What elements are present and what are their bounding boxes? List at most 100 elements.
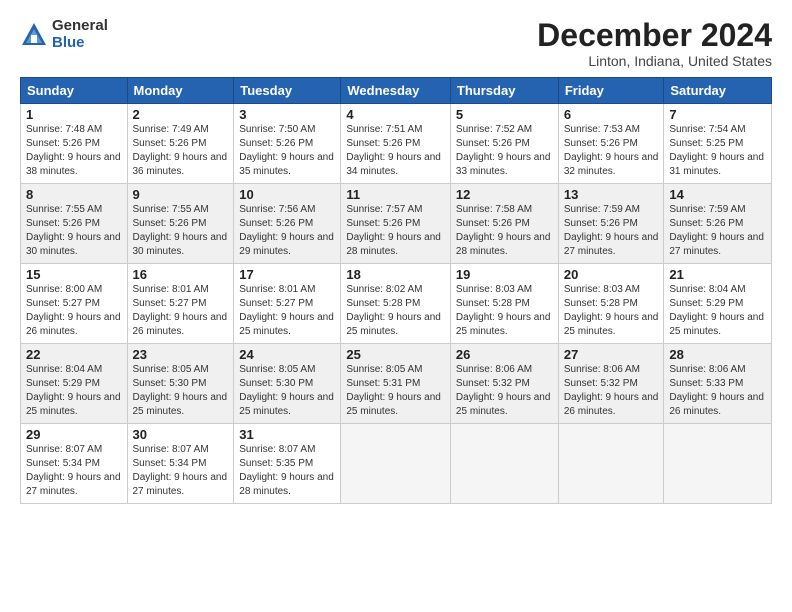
calendar-cell: 29 Sunrise: 8:07 AM Sunset: 5:34 PM Dayl… (21, 424, 128, 504)
calendar-table: SundayMondayTuesdayWednesdayThursdayFrid… (20, 77, 772, 504)
logo: General Blue (20, 18, 108, 51)
day-info: Sunrise: 8:00 AM Sunset: 5:27 PM Dayligh… (26, 283, 122, 339)
calendar-week-row: 22 Sunrise: 8:04 AM Sunset: 5:29 PM Dayl… (21, 344, 772, 424)
daylight-label: Daylight: 9 hours and 25 minutes. (456, 312, 551, 337)
daylight-label: Daylight: 9 hours and 33 minutes. (456, 152, 551, 177)
sunrise-label: Sunrise: 7:56 AM (239, 204, 315, 215)
sunset-label: Sunset: 5:26 PM (564, 218, 638, 229)
daylight-label: Daylight: 9 hours and 36 minutes. (133, 152, 228, 177)
header-wednesday: Wednesday (341, 78, 451, 104)
sunrise-label: Sunrise: 8:03 AM (564, 284, 640, 295)
calendar-cell (558, 424, 664, 504)
day-number: 9 (133, 187, 229, 202)
sunset-label: Sunset: 5:31 PM (346, 378, 420, 389)
sunrise-label: Sunrise: 7:55 AM (133, 204, 209, 215)
sunset-label: Sunset: 5:27 PM (26, 298, 100, 309)
sunset-label: Sunset: 5:26 PM (456, 218, 530, 229)
sunrise-label: Sunrise: 7:57 AM (346, 204, 422, 215)
header-monday: Monday (127, 78, 234, 104)
sunrise-label: Sunrise: 8:06 AM (456, 364, 532, 375)
day-info: Sunrise: 8:06 AM Sunset: 5:32 PM Dayligh… (564, 363, 659, 419)
day-info: Sunrise: 8:05 AM Sunset: 5:31 PM Dayligh… (346, 363, 445, 419)
daylight-label: Daylight: 9 hours and 34 minutes. (346, 152, 441, 177)
day-number: 31 (239, 427, 335, 442)
sunrise-label: Sunrise: 8:06 AM (669, 364, 745, 375)
sunset-label: Sunset: 5:26 PM (239, 218, 313, 229)
day-number: 6 (564, 107, 659, 122)
sunset-label: Sunset: 5:26 PM (26, 138, 100, 149)
day-number: 11 (346, 187, 445, 202)
calendar-cell: 7 Sunrise: 7:54 AM Sunset: 5:25 PM Dayli… (664, 104, 772, 184)
sunset-label: Sunset: 5:26 PM (564, 138, 638, 149)
sunset-label: Sunset: 5:33 PM (669, 378, 743, 389)
daylight-label: Daylight: 9 hours and 30 minutes. (26, 232, 121, 257)
day-number: 8 (26, 187, 122, 202)
daylight-label: Daylight: 9 hours and 32 minutes. (564, 152, 659, 177)
calendar-cell: 13 Sunrise: 7:59 AM Sunset: 5:26 PM Dayl… (558, 184, 664, 264)
sunset-label: Sunset: 5:28 PM (456, 298, 530, 309)
daylight-label: Daylight: 9 hours and 35 minutes. (239, 152, 334, 177)
day-info: Sunrise: 7:51 AM Sunset: 5:26 PM Dayligh… (346, 123, 445, 179)
calendar-week-row: 8 Sunrise: 7:55 AM Sunset: 5:26 PM Dayli… (21, 184, 772, 264)
sunrise-label: Sunrise: 8:01 AM (133, 284, 209, 295)
sunset-label: Sunset: 5:30 PM (239, 378, 313, 389)
month-title: December 2024 (537, 18, 772, 53)
calendar-cell: 21 Sunrise: 8:04 AM Sunset: 5:29 PM Dayl… (664, 264, 772, 344)
calendar-cell: 26 Sunrise: 8:06 AM Sunset: 5:32 PM Dayl… (450, 344, 558, 424)
day-number: 10 (239, 187, 335, 202)
logo-icon (20, 21, 48, 49)
day-number: 7 (669, 107, 766, 122)
daylight-label: Daylight: 9 hours and 28 minutes. (346, 232, 441, 257)
sunset-label: Sunset: 5:26 PM (669, 218, 743, 229)
calendar-cell: 1 Sunrise: 7:48 AM Sunset: 5:26 PM Dayli… (21, 104, 128, 184)
sunrise-label: Sunrise: 8:05 AM (133, 364, 209, 375)
sunrise-label: Sunrise: 7:51 AM (346, 124, 422, 135)
sunrise-label: Sunrise: 7:59 AM (564, 204, 640, 215)
calendar-cell: 17 Sunrise: 8:01 AM Sunset: 5:27 PM Dayl… (234, 264, 341, 344)
day-number: 4 (346, 107, 445, 122)
calendar-cell: 3 Sunrise: 7:50 AM Sunset: 5:26 PM Dayli… (234, 104, 341, 184)
header-friday: Friday (558, 78, 664, 104)
calendar-cell: 14 Sunrise: 7:59 AM Sunset: 5:26 PM Dayl… (664, 184, 772, 264)
calendar-cell: 2 Sunrise: 7:49 AM Sunset: 5:26 PM Dayli… (127, 104, 234, 184)
calendar-cell: 9 Sunrise: 7:55 AM Sunset: 5:26 PM Dayli… (127, 184, 234, 264)
day-number: 24 (239, 347, 335, 362)
day-info: Sunrise: 7:57 AM Sunset: 5:26 PM Dayligh… (346, 203, 445, 259)
daylight-label: Daylight: 9 hours and 27 minutes. (669, 232, 764, 257)
day-info: Sunrise: 8:04 AM Sunset: 5:29 PM Dayligh… (26, 363, 122, 419)
daylight-label: Daylight: 9 hours and 25 minutes. (564, 312, 659, 337)
sunrise-label: Sunrise: 8:00 AM (26, 284, 102, 295)
daylight-label: Daylight: 9 hours and 27 minutes. (564, 232, 659, 257)
calendar-cell: 5 Sunrise: 7:52 AM Sunset: 5:26 PM Dayli… (450, 104, 558, 184)
day-info: Sunrise: 7:52 AM Sunset: 5:26 PM Dayligh… (456, 123, 553, 179)
day-info: Sunrise: 8:02 AM Sunset: 5:28 PM Dayligh… (346, 283, 445, 339)
day-info: Sunrise: 8:05 AM Sunset: 5:30 PM Dayligh… (239, 363, 335, 419)
calendar-cell: 15 Sunrise: 8:00 AM Sunset: 5:27 PM Dayl… (21, 264, 128, 344)
sunrise-label: Sunrise: 8:07 AM (26, 444, 102, 455)
sunset-label: Sunset: 5:26 PM (26, 218, 100, 229)
day-info: Sunrise: 7:59 AM Sunset: 5:26 PM Dayligh… (669, 203, 766, 259)
day-number: 20 (564, 267, 659, 282)
daylight-label: Daylight: 9 hours and 28 minutes. (456, 232, 551, 257)
calendar-cell: 8 Sunrise: 7:55 AM Sunset: 5:26 PM Dayli… (21, 184, 128, 264)
sunrise-label: Sunrise: 7:49 AM (133, 124, 209, 135)
day-info: Sunrise: 8:07 AM Sunset: 5:34 PM Dayligh… (26, 443, 122, 499)
sunrise-label: Sunrise: 7:48 AM (26, 124, 102, 135)
daylight-label: Daylight: 9 hours and 25 minutes. (669, 312, 764, 337)
sunset-label: Sunset: 5:26 PM (133, 138, 207, 149)
sunrise-label: Sunrise: 8:03 AM (456, 284, 532, 295)
day-number: 17 (239, 267, 335, 282)
location: Linton, Indiana, United States (537, 53, 772, 69)
sunset-label: Sunset: 5:32 PM (456, 378, 530, 389)
sunset-label: Sunset: 5:28 PM (346, 298, 420, 309)
sunrise-label: Sunrise: 8:01 AM (239, 284, 315, 295)
daylight-label: Daylight: 9 hours and 25 minutes. (346, 312, 441, 337)
day-info: Sunrise: 7:58 AM Sunset: 5:26 PM Dayligh… (456, 203, 553, 259)
day-number: 22 (26, 347, 122, 362)
daylight-label: Daylight: 9 hours and 25 minutes. (26, 392, 121, 417)
sunset-label: Sunset: 5:32 PM (564, 378, 638, 389)
sunset-label: Sunset: 5:29 PM (669, 298, 743, 309)
day-info: Sunrise: 8:06 AM Sunset: 5:32 PM Dayligh… (456, 363, 553, 419)
sunrise-label: Sunrise: 7:59 AM (669, 204, 745, 215)
daylight-label: Daylight: 9 hours and 25 minutes. (133, 392, 228, 417)
